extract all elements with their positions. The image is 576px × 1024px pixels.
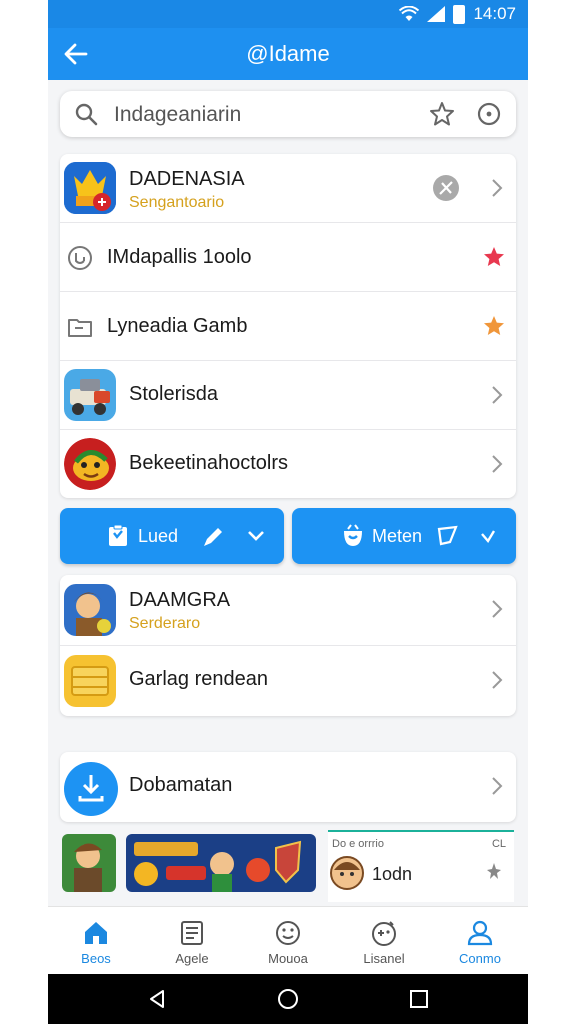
item-title: Garlag rendean <box>129 668 268 690</box>
pin-icon[interactable] <box>486 862 502 880</box>
folder-icon <box>68 319 92 337</box>
folder-app-icon <box>64 655 116 707</box>
bird-game-icon <box>64 438 116 490</box>
hero-thumbnail <box>62 834 116 892</box>
app-list-card-1: DADENASIA Sengantoario IMdapallis 1oolo <box>60 154 516 498</box>
game-promo-image <box>126 834 316 892</box>
star-filled-icon[interactable] <box>482 245 506 269</box>
profile-tag: CL <box>491 838 506 850</box>
back-triangle-icon[interactable] <box>146 988 168 1010</box>
list-item[interactable]: IMdapallis 1oolo <box>60 223 516 292</box>
chevron-right-icon <box>492 671 503 689</box>
list-item[interactable]: DADENASIA Sengantoario <box>60 154 516 223</box>
download-icon <box>64 762 118 816</box>
nav-emoji-label: Mouoa <box>268 951 308 966</box>
app-thumbnail <box>64 369 116 421</box>
app-title: @Idame <box>246 41 330 66</box>
app-thumbnail <box>64 655 116 707</box>
nav-emoji[interactable]: Mouoa <box>240 907 336 975</box>
item-title: IMdapallis 1oolo <box>107 246 252 268</box>
signal-icon <box>427 6 446 22</box>
nav-games-label: Lisanel <box>363 951 405 966</box>
hero-game-icon <box>64 584 116 636</box>
bottom-navigation: Beos Agele Mouoa Lisanel Conmo <box>48 906 528 975</box>
list-item[interactable]: DAAMGRA Serderaro <box>60 575 516 646</box>
clipboard-icon <box>109 524 127 546</box>
chevron-down-icon <box>481 530 496 544</box>
phone-screen: 14:07 @Idame Indageaniarin DADENASIA Sen… <box>48 0 528 1024</box>
chevron-right-icon <box>492 386 503 404</box>
app-thumbnail <box>64 584 116 636</box>
nav-home-label: Beos <box>81 951 111 966</box>
chevron-right-icon <box>492 777 503 795</box>
item-title: Lyneadia Gamb <box>107 315 248 337</box>
item-subtitle: Serderaro <box>129 615 201 632</box>
profile-card[interactable]: Do e orrrio CL 1odn <box>328 830 514 902</box>
pencil-icon <box>204 528 222 546</box>
avatar <box>330 856 364 890</box>
item-subtitle: Sengantoario <box>129 194 225 211</box>
list-item[interactable]: Stolerisda <box>60 361 516 430</box>
app-thumbnail <box>64 162 116 214</box>
app-thumbnail <box>64 438 116 490</box>
nav-games[interactable]: Lisanel <box>336 907 432 975</box>
game-banner-small[interactable] <box>62 834 116 892</box>
gamepad-icon <box>372 921 396 946</box>
home-circle-icon[interactable] <box>277 988 299 1010</box>
profile-caption: Do e orrrio <box>332 838 384 850</box>
blocked-icon[interactable] <box>432 174 460 202</box>
search-icon <box>75 103 98 126</box>
search-input[interactable] <box>112 99 416 131</box>
home-icon <box>85 922 107 944</box>
app-list-card-2: DAAMGRA Serderaro Garlag rendean <box>60 575 516 716</box>
lued-button[interactable]: Lued <box>60 508 284 564</box>
chevron-right-icon <box>492 179 503 197</box>
profile-name: 1odn <box>372 864 413 884</box>
star-outline-icon[interactable] <box>428 100 456 128</box>
status-bar: 14:07 <box>48 0 528 28</box>
meten-button[interactable]: Meten <box>292 508 516 564</box>
item-title: DADENASIA <box>129 168 245 190</box>
list-icon <box>181 921 203 945</box>
star-filled-icon[interactable] <box>482 314 506 338</box>
meten-button-label: Meten <box>372 526 423 546</box>
status-time: 14:07 <box>473 4 516 23</box>
chevron-down-icon <box>248 531 264 541</box>
item-title: DAAMGRA <box>129 589 231 611</box>
game-icon <box>64 162 116 214</box>
item-title: Dobamatan <box>129 774 233 796</box>
item-title: Bekeetinahoctolrs <box>129 452 288 474</box>
edit-icon <box>437 525 458 546</box>
heart-hand-icon <box>344 524 362 546</box>
list-item[interactable]: Garlag rendean <box>60 646 516 716</box>
user-icon <box>467 920 493 946</box>
truck-game-icon <box>64 369 116 421</box>
nav-profile[interactable]: Conmo <box>432 907 528 975</box>
recents-square-icon[interactable] <box>408 988 430 1010</box>
wifi-icon <box>399 6 420 21</box>
list-item[interactable]: Bekeetinahoctolrs <box>60 430 516 498</box>
lued-button-label: Lued <box>138 526 179 546</box>
refresh-icon <box>68 246 92 270</box>
nav-profile-label: Conmo <box>459 951 501 966</box>
item-title: Stolerisda <box>129 383 218 405</box>
nav-list-label: Agele <box>175 951 209 966</box>
app-bar: @Idame <box>48 28 528 80</box>
battery-icon <box>453 4 466 24</box>
chevron-right-icon <box>492 455 503 473</box>
list-item[interactable]: Dobamatan <box>60 752 516 822</box>
system-navigation-bar <box>48 974 528 1024</box>
list-item[interactable]: Lyneadia Gamb <box>60 292 516 361</box>
chevron-right-icon <box>492 600 503 618</box>
nav-home[interactable]: Beos <box>48 907 144 975</box>
search-bar <box>60 91 516 137</box>
nav-list[interactable]: Agele <box>144 907 240 975</box>
app-list-card-3: Dobamatan <box>60 752 516 822</box>
info-icon[interactable] <box>476 101 502 127</box>
smiley-icon <box>276 921 300 945</box>
game-banner-wide[interactable] <box>126 834 316 892</box>
